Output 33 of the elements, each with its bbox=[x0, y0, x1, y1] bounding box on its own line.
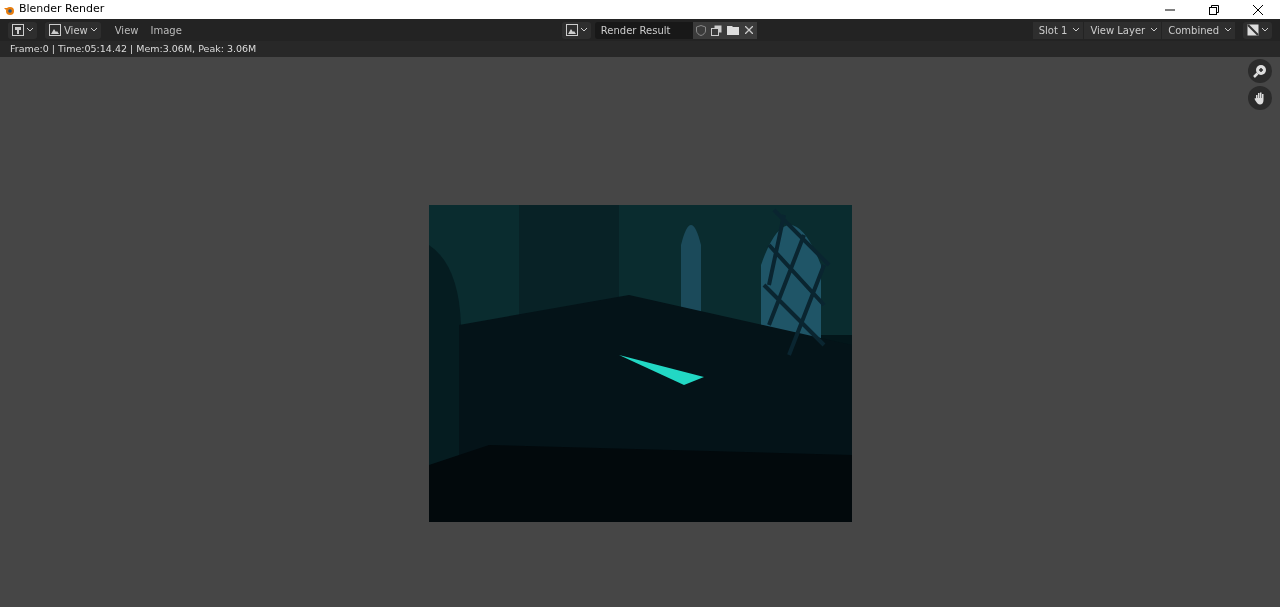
pan-button[interactable] bbox=[1248, 86, 1272, 110]
folder-icon bbox=[726, 25, 739, 35]
dropdown[interactable]: View Layer bbox=[1084, 21, 1162, 39]
close-icon bbox=[1253, 4, 1263, 15]
display-channels-button[interactable] bbox=[1243, 21, 1272, 39]
menu-item[interactable]: Image bbox=[144, 22, 188, 38]
chevron-icon bbox=[1262, 28, 1268, 32]
close-icon bbox=[744, 26, 753, 34]
chevron-icon bbox=[1225, 28, 1231, 32]
chevron-icon bbox=[1073, 28, 1080, 32]
dropdown[interactable]: Combined bbox=[1162, 21, 1235, 39]
chevron-icon bbox=[1151, 28, 1158, 32]
duplicate-icon bbox=[711, 24, 723, 36]
zoom-button[interactable] bbox=[1248, 59, 1272, 83]
restore-icon bbox=[1209, 4, 1219, 15]
hand-icon bbox=[1253, 91, 1267, 105]
image-icon bbox=[49, 24, 61, 36]
image-icon bbox=[565, 24, 578, 36]
image-browse-button[interactable] bbox=[561, 21, 591, 39]
menu-item[interactable]: View bbox=[108, 22, 145, 38]
chevron-icon bbox=[90, 28, 97, 32]
image-name-field[interactable]: Render Result bbox=[594, 21, 693, 39]
render-info-text: Frame:0 | Time:05:14.42 | Mem:3.06M, Peak: 3.06M bbox=[10, 41, 257, 56]
chevron-icon bbox=[27, 28, 33, 32]
shield-icon bbox=[695, 24, 706, 36]
editor-type-icon bbox=[12, 24, 24, 36]
dropdown[interactable]: Slot 1 bbox=[1032, 21, 1084, 39]
view-dropdown[interactable]: View bbox=[45, 21, 101, 39]
chevron-icon bbox=[580, 28, 587, 32]
zoom-icon bbox=[1253, 64, 1267, 78]
window-title: Blender Render bbox=[19, 1, 105, 18]
editor-type-button[interactable] bbox=[8, 21, 37, 39]
channels-icon bbox=[1247, 24, 1259, 36]
